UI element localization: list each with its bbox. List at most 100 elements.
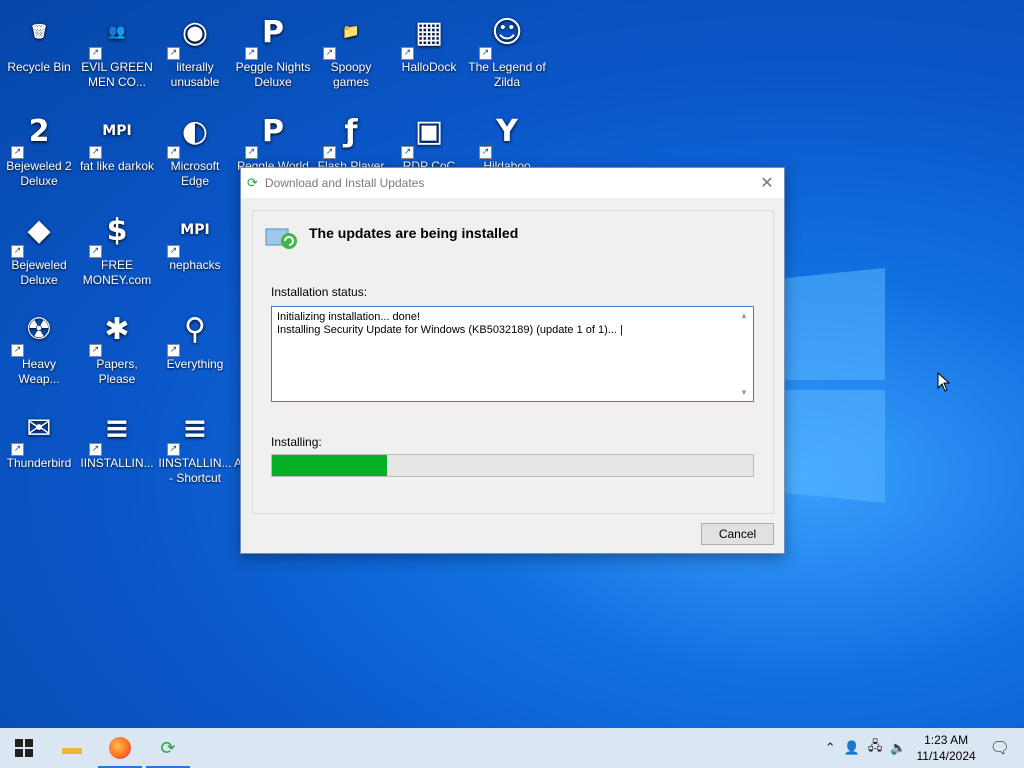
taskbar: ▬ ⟳ ⌃ 👤 🖧 🔈 1:23 AM 11/14/2024 🗨	[0, 728, 1024, 768]
dialog-heading: The updates are being installed	[309, 225, 519, 241]
shortcut-arrow-icon: ↗	[401, 47, 414, 60]
shortcut-arrow-icon: ↗	[167, 344, 180, 357]
flash-icon: ƒ ↗	[323, 107, 375, 159]
shortcut-arrow-icon: ↗	[167, 47, 180, 60]
desktop-icon[interactable]: ☺ ↗ The Legend of Zilda	[468, 8, 546, 90]
desktop-icon-label: HalloDock	[401, 60, 457, 74]
zilda-icon: ☺ ↗	[479, 8, 531, 60]
notification-icon[interactable]: 🗨	[990, 738, 1010, 758]
rdp-icon: ▣ ↗	[401, 107, 453, 159]
desktop-icon[interactable]: ☢ ↗ Heavy Weap...	[0, 305, 78, 387]
papers-please-icon: ✱ ↗	[89, 305, 141, 357]
shortcut-arrow-icon: ↗	[167, 245, 180, 258]
firefox-icon	[109, 737, 131, 759]
desktop-icon[interactable]: P ↗ Peggle Nights Deluxe	[234, 8, 312, 90]
chrome-icon: ◉ ↗	[167, 8, 219, 60]
desktop-icon[interactable]: 👥 ↗ EVIL GREEN MEN CO...	[78, 8, 156, 90]
desktop-icon-label: IINSTALLIN... - Shortcut	[158, 456, 232, 485]
desktop-icon-label: literally unusable	[170, 60, 220, 89]
network-icon[interactable]: 🖧	[868, 737, 883, 759]
dialog-panel: The updates are being installed Installa…	[252, 210, 774, 514]
recycle-bin-icon: 🗑	[30, 24, 48, 40]
desktop-icon-label: IINSTALLIN...	[80, 456, 154, 470]
update-dialog: ⟳ Download and Install Updates ✕ The upd…	[240, 167, 785, 554]
desktop-icon[interactable]: 2 ↗ Bejeweled 2 Deluxe	[0, 107, 78, 189]
shortcut-arrow-icon: ↗	[323, 47, 336, 60]
scroll-up-icon[interactable]: ▲	[737, 309, 751, 322]
cancel-button[interactable]: Cancel	[701, 523, 774, 545]
desktop-icon[interactable]: ≡ ↗ IINSTALLIN...	[78, 404, 156, 471]
dialog-titlebar[interactable]: ⟳ Download and Install Updates ✕	[241, 168, 784, 198]
dialog-title: Download and Install Updates	[264, 176, 425, 190]
update-install-icon	[265, 228, 297, 249]
mouse-cursor-icon	[937, 372, 951, 392]
desktop-icon[interactable]: ◉ ↗ literally unusable	[156, 8, 234, 90]
taskbar-file-explorer[interactable]: ▬	[48, 728, 96, 768]
text-file-icon: ≡ ↗	[89, 404, 141, 456]
desktop-icon-label: Bejeweled Deluxe	[11, 258, 67, 287]
shortcut-arrow-icon: ↗	[479, 146, 492, 159]
desktop-icon-label: Papers, Please	[96, 357, 138, 386]
desktop-icon[interactable]: ▦ ↗ HalloDock	[390, 8, 468, 75]
desktop-icon-label: Thunderbird	[6, 456, 72, 470]
money-bag-icon: $ ↗	[89, 206, 141, 258]
system-tray: ⌃ 👤 🖧 🔈 1:23 AM 11/14/2024 🗨	[821, 728, 1024, 768]
green-men-icon: 👥 ↗	[89, 8, 141, 60]
shortcut-arrow-icon: ↗	[167, 146, 180, 159]
thunderbird-icon: ✉↗	[11, 404, 63, 456]
shortcut-arrow-icon: ↗	[89, 344, 102, 357]
desktop-icon[interactable]: ▣ ↗ RDP CoC	[390, 107, 468, 174]
peggle-world-icon: P ↗	[245, 107, 297, 159]
chevron-up-icon[interactable]: ⌃	[825, 740, 836, 756]
desktop-icon[interactable]: Y ↗ Hildaboo	[468, 107, 546, 174]
desktop-icon[interactable]: ƒ ↗ Flash Player	[312, 107, 390, 174]
gem-icon: ◆ ↗	[11, 206, 63, 258]
desktop-icon-label: Microsoft Edge	[170, 159, 220, 188]
shortcut-arrow-icon: ↗	[11, 344, 24, 357]
volume-icon[interactable]: 🔈	[890, 740, 906, 756]
desktop-icon[interactable]: ◐ ↗ Microsoft Edge	[156, 107, 234, 189]
desktop-icon[interactable]: 🗑 Recycle Bin	[0, 8, 78, 75]
shortcut-arrow-icon: ↗	[167, 443, 180, 456]
windows-shield-icon: ▦ ↗	[401, 8, 453, 60]
desktop-icon[interactable]: MPI ↗ nephacks	[156, 206, 234, 273]
desktop-icon[interactable]: ◆ ↗ Bejeweled Deluxe	[0, 206, 78, 288]
clock-time: 1:23 AM	[924, 733, 969, 747]
user-icon[interactable]: 👤	[844, 740, 860, 756]
bejeweled2-icon: 2 ↗	[11, 107, 63, 159]
shortcut-arrow-icon: ↗	[89, 245, 102, 258]
taskbar-windows-update[interactable]: ⟳	[144, 728, 192, 768]
update-icon: ⟳	[247, 175, 258, 190]
shortcut-arrow-icon: ↗	[401, 146, 414, 159]
desktop-icon-label: The Legend of Zilda	[468, 60, 546, 89]
clock[interactable]: 1:23 AM 11/14/2024	[917, 732, 976, 764]
mpi-icon: MPI ↗	[167, 206, 219, 258]
desktop-icon[interactable]: ✉ ↗ Thunderbird	[0, 404, 78, 471]
shortcut-arrow-icon: ↗	[11, 146, 24, 159]
desktop-icon[interactable]: ≡ ↗ IINSTALLIN... - Shortcut	[156, 404, 234, 486]
start-button[interactable]	[0, 728, 48, 768]
desktop-icon-label: Everything	[166, 357, 224, 371]
desktop-icon-label: FREE MONEY.com	[82, 258, 152, 287]
radiation-icon: ☢ ↗	[11, 305, 63, 357]
desktop-icon[interactable]: MPI ↗ fat like darkok	[78, 107, 156, 174]
desktop-icon[interactable]: 📁 ↗ Spoopy games	[312, 8, 390, 90]
folder-icon: 📁 ↗	[323, 8, 375, 60]
log-line: Initializing installation... done!	[277, 311, 421, 323]
desktop-icon[interactable]: ⚲ ↗ Everything	[156, 305, 234, 372]
desktop-icon[interactable]: ✱ ↗ Papers, Please	[78, 305, 156, 387]
desktop-icon[interactable]: P ↗ Peggle World	[234, 107, 312, 174]
close-icon[interactable]: ✕	[750, 173, 784, 193]
mpi-icon: MPI ↗	[89, 107, 141, 159]
shortcut-arrow-icon: ↗	[11, 245, 24, 258]
log-scrollbar[interactable]: ▲ ▼	[737, 309, 751, 399]
folder-icon: ▬	[62, 736, 82, 759]
taskbar-firefox[interactable]	[96, 728, 144, 768]
shortcut-arrow-icon: ↗	[245, 146, 258, 159]
scroll-down-icon[interactable]: ▼	[737, 386, 751, 399]
progress-fill	[272, 455, 388, 476]
status-log[interactable]: Initializing installation... done! Insta…	[271, 306, 754, 402]
desktop-icon[interactable]: $ ↗ FREE MONEY.com	[78, 206, 156, 288]
shortcut-arrow-icon: ↗	[89, 47, 102, 60]
desktop-icon-label: nephacks	[169, 258, 221, 272]
